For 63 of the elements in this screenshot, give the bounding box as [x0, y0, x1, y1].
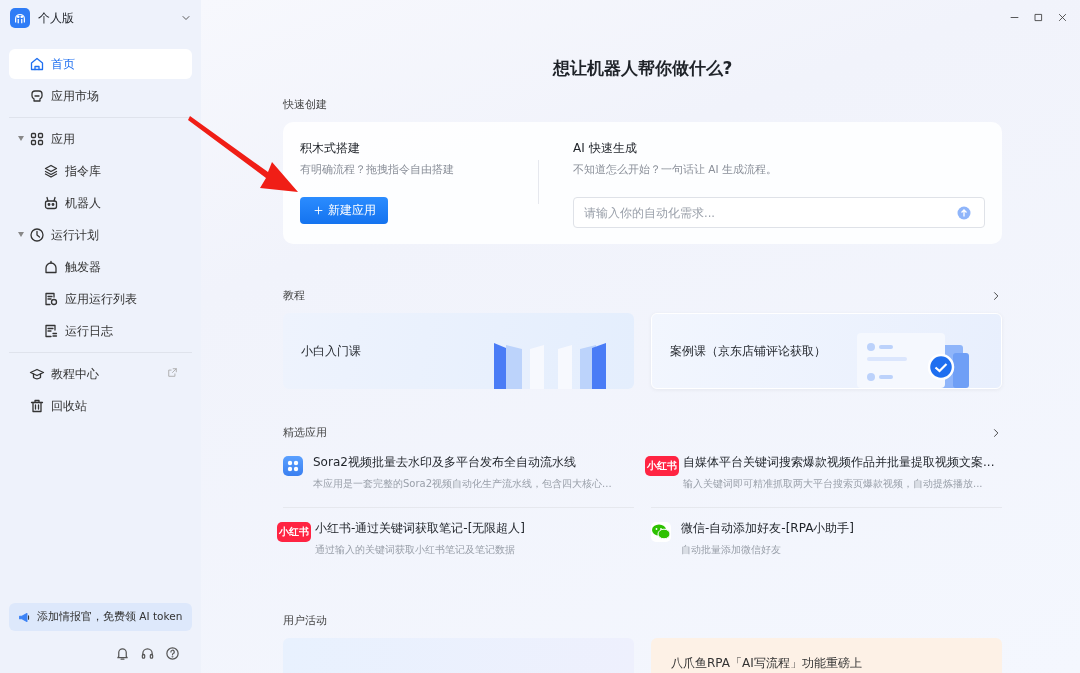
send-icon	[957, 205, 971, 220]
edition-switcher[interactable]: 个人版	[38, 9, 172, 27]
clock-icon	[29, 227, 45, 243]
card-description: 不知道怎么开始？一句话让 AI 生成流程。	[573, 163, 778, 177]
shop-icon	[29, 88, 45, 104]
card-title: 积木式搭建	[300, 140, 361, 157]
plus-icon	[312, 205, 324, 216]
nav-item[interactable]: 触发器	[9, 252, 192, 282]
card-title: AI 快速生成	[573, 140, 638, 157]
promo-banner[interactable]: 添加情报官，免费领 AI token	[9, 603, 192, 631]
list-icon	[43, 291, 59, 307]
nav-item[interactable]: 教程中心	[9, 359, 192, 389]
grid-icon	[29, 131, 45, 147]
app-logo: 小红书	[277, 522, 311, 542]
layers-icon	[43, 163, 59, 179]
chat-bubbles-icon	[651, 522, 671, 542]
tutorial-card[interactable]: 小白入门课	[283, 313, 634, 389]
app-description: 通过输入的关键词获取小红书笔记及笔记数据	[315, 543, 516, 557]
section-title: 用户活动	[283, 614, 327, 628]
nav-item[interactable]: 首页	[9, 49, 192, 79]
app-description: 输入关键词即可精准抓取两大平台搜索页爆款视频，自动提炼播放...	[683, 477, 984, 491]
activity-card[interactable]: 八爪鱼RPA「AI写流程」功能重磅上	[651, 638, 1002, 673]
app-icon	[283, 456, 303, 476]
maximize-icon	[1032, 11, 1044, 23]
app-title[interactable]: 小红书-通过关键词获取笔记-[无限超人]	[315, 520, 526, 537]
app-logo: 小红书	[645, 456, 679, 476]
app-title[interactable]: 自媒体平台关键词搜索爆款视频作品并批量提取视频文案...	[683, 454, 995, 471]
headset-icon	[140, 645, 155, 661]
section-title: 精选应用	[283, 426, 327, 440]
nav-item[interactable]: 回收站	[9, 391, 192, 421]
app-logo	[10, 8, 30, 28]
section-title: 快速创建	[283, 98, 327, 112]
home-icon	[29, 56, 45, 72]
bell-icon	[115, 645, 130, 661]
nav-item[interactable]: 机器人	[9, 188, 192, 218]
graduation-cap-icon	[29, 366, 45, 382]
card-description: 有明确流程？拖拽指令自由搭建	[300, 163, 455, 177]
promo-text: 添加情报官，免费领 AI token	[37, 610, 183, 624]
help-icon	[165, 645, 180, 661]
tutorial-title: 小白入门课	[301, 342, 361, 360]
robot-icon	[43, 195, 59, 211]
nav-item[interactable]: 应用市场	[9, 81, 192, 111]
nav-item[interactable]: 运行计划	[9, 220, 192, 250]
new-app-button[interactable]: 新建应用	[300, 197, 388, 224]
tutorial-card[interactable]: 案例课（京东店铺评论获取）	[651, 313, 1002, 389]
nav-item[interactable]: 指令库	[9, 156, 192, 186]
nav-item[interactable]: 应用	[9, 124, 192, 154]
external-link-icon	[167, 367, 178, 378]
app-title[interactable]: 微信-自动添加好友-[RPA小助手]	[681, 520, 855, 537]
app-title[interactable]: Sora2视频批量去水印及多平台发布全自动流水线	[313, 454, 612, 471]
nav-item[interactable]: 运行日志	[9, 316, 192, 346]
prompt-input-field[interactable]: 请输入你的自动化需求...	[573, 197, 985, 228]
trash-icon	[29, 398, 45, 414]
activity-title: 八爪鱼RPA「AI写流程」功能重磅上	[671, 654, 862, 672]
log-icon	[43, 323, 59, 339]
megaphone-icon	[18, 610, 31, 624]
page-heading: 想让机器人帮你做什么?	[551, 57, 734, 80]
section-title: 教程	[283, 289, 305, 303]
tutorial-title: 案例课（京东店铺评论获取）	[670, 342, 826, 360]
close-icon	[1056, 11, 1068, 23]
trigger-icon	[43, 259, 59, 275]
nav-item[interactable]: 应用运行列表	[9, 284, 192, 314]
app-description: 自动批量添加微信好友	[681, 543, 782, 557]
